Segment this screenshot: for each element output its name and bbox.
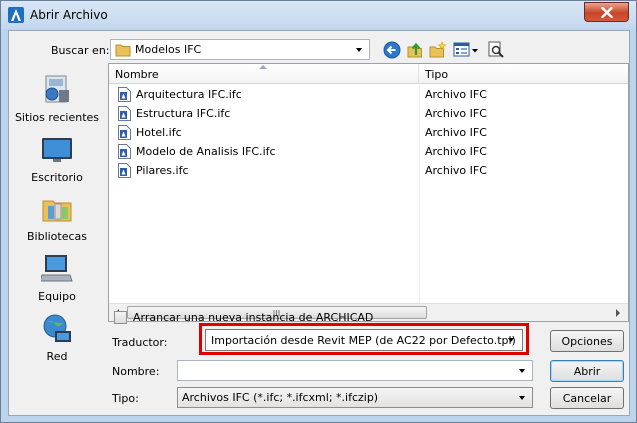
place-label: Sitios recientes [14,111,100,124]
list-header: Nombre Tipo [109,64,628,84]
back-arrow-icon[interactable] [383,41,401,59]
filetype-label: Tipo: [112,392,139,405]
place-label: Red [46,350,68,363]
ifc-file-icon [118,125,131,140]
places-bar: Sitios recientes Escritorio Bibliotecas [9,65,105,385]
file-row[interactable]: Modelo de Analisis IFC.ifc Archivo IFC [109,142,628,161]
view-menu-icon[interactable] [453,41,479,59]
translator-dropdown[interactable]: Importación desde Revit MEP (de AC22 por… [205,329,523,351]
new-folder-icon[interactable] [429,41,447,59]
file-row[interactable]: Arquitectura IFC.ifc Archivo IFC [109,85,628,104]
column-header-label: Tipo [425,68,449,81]
desktop-icon [42,138,72,162]
ifc-file-icon [118,106,131,121]
close-button[interactable] [584,2,629,22]
file-type: Archivo IFC [425,164,487,177]
recent-places-icon [45,75,69,103]
new-instance-checkbox[interactable] [114,311,127,324]
window-title: Abrir Archivo [30,8,108,22]
place-libraries[interactable]: Bibliotecas [9,193,105,249]
file-row[interactable]: Pilares.ifc Archivo IFC [109,161,628,180]
open-button[interactable]: Abrir [550,360,624,382]
column-header-label: Nombre [115,68,159,81]
translator-label: Traductor: [112,336,168,349]
network-icon [43,314,71,342]
column-header-type[interactable]: Tipo [419,64,628,84]
archicad-app-icon [8,7,24,23]
filename-input[interactable] [177,360,533,381]
chevron-down-icon [504,330,518,350]
chevron-down-icon [515,361,529,380]
file-type: Archivo IFC [425,126,487,139]
file-type: Archivo IFC [425,145,487,158]
lookin-label: Buscar en: [51,44,110,57]
place-desktop[interactable]: Escritorio [9,134,105,190]
file-name: Estructura IFC.ifc [136,107,231,120]
file-list[interactable]: Nombre Tipo Arquitectura IFC.ifc Archivo … [108,63,629,322]
place-computer[interactable]: Equipo [9,253,105,309]
cancel-button[interactable]: Cancelar [550,387,624,409]
filetype-dropdown[interactable]: Archivos IFC (*.ifc; *.ifcxml; *.ifczip) [177,387,533,408]
title-bar[interactable]: Abrir Archivo [1,1,636,29]
computer-icon [41,255,73,282]
up-folder-icon[interactable] [406,41,424,59]
lookin-value: Modelos IFC [135,43,202,56]
ifc-file-icon [118,163,131,178]
libraries-icon [42,200,72,222]
ifc-file-icon [118,87,131,102]
file-name: Arquitectura IFC.ifc [136,88,242,101]
close-icon [600,6,613,18]
file-name: Modelo de Analisis IFC.ifc [136,145,276,158]
chevron-down-icon [515,388,529,407]
ifc-file-icon [118,144,131,159]
dialog-body: Buscar en: Modelos IFC Sitios recientes … [8,30,630,416]
open-file-dialog: Abrir Archivo Buscar en: Modelos IFC Sit… [0,0,637,423]
file-name: Pilares.ifc [136,164,189,177]
file-type: Archivo IFC [425,88,487,101]
place-recent[interactable]: Sitios recientes [9,74,105,130]
filename-label: Nombre: [112,365,160,378]
file-row[interactable]: Hotel.ifc Archivo IFC [109,123,628,142]
place-network[interactable]: Red [9,313,105,369]
column-header-name[interactable]: Nombre [109,64,419,84]
file-row[interactable]: Estructura IFC.ifc Archivo IFC [109,104,628,123]
place-label: Escritorio [31,171,83,184]
file-name: Hotel.ifc [136,126,182,139]
filetype-value: Archivos IFC (*.ifc; *.ifcxml; *.ifczip) [182,391,379,404]
translator-value: Importación desde Revit MEP (de AC22 por… [211,334,516,347]
lookin-dropdown[interactable]: Modelos IFC [110,39,370,60]
scroll-right-icon[interactable] [615,309,621,317]
preview-icon[interactable] [487,41,505,59]
place-label: Bibliotecas [26,230,88,243]
options-button[interactable]: Opciones [550,330,624,352]
sort-ascending-icon [259,65,267,69]
folder-icon [115,44,131,57]
file-type: Archivo IFC [425,107,487,120]
place-label: Equipo [38,290,76,303]
chevron-down-icon [352,40,366,59]
